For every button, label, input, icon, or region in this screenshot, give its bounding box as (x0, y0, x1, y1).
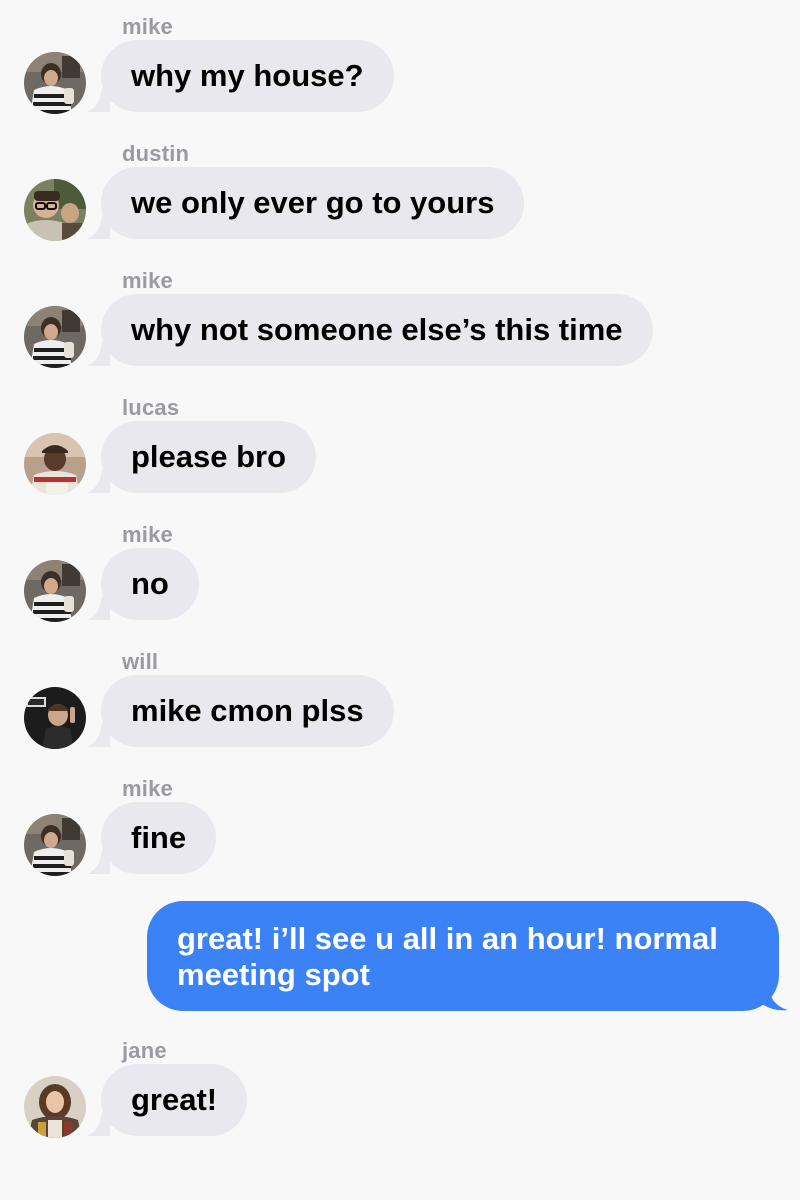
sender-name: mike (122, 14, 173, 39)
sent-message-line: great! i’ll see u all in an hour! normal (177, 921, 718, 956)
jane-avatar[interactable] (24, 1076, 86, 1138)
sent-message-bubble[interactable]: great! i’ll see u all in an hour! normal… (147, 901, 779, 1011)
message-bubble[interactable]: great! (101, 1064, 248, 1136)
mike-avatar[interactable] (24, 814, 86, 876)
sender-name: will (122, 649, 159, 674)
sender-name: mike (122, 268, 173, 293)
mike-avatar[interactable] (24, 52, 86, 114)
sender-name: dustin (122, 141, 190, 166)
sender-name: lucas (122, 395, 180, 420)
sent-message-line: meeting spot (177, 957, 370, 992)
sender-name: mike (122, 522, 173, 547)
lucas-avatar[interactable] (24, 433, 86, 495)
message-bubble[interactable]: no (101, 548, 199, 620)
sender-name: jane (122, 1038, 167, 1063)
dustin-avatar[interactable] (24, 179, 86, 241)
sent-bubble-tail (760, 985, 788, 1011)
message-bubble[interactable]: why my house? (101, 40, 394, 112)
message-bubble[interactable]: fine (101, 802, 217, 874)
mike-avatar[interactable] (24, 560, 86, 622)
message-bubble[interactable]: we only ever go to yours (101, 167, 525, 239)
message-bubble[interactable]: please bro (101, 421, 317, 493)
will-avatar[interactable] (24, 687, 86, 749)
mike-avatar[interactable] (24, 306, 86, 368)
message-bubble[interactable]: why not someone else’s this time (101, 294, 653, 366)
message-bubble[interactable]: mike cmon plss (101, 675, 394, 747)
sender-name: mike (122, 776, 173, 801)
